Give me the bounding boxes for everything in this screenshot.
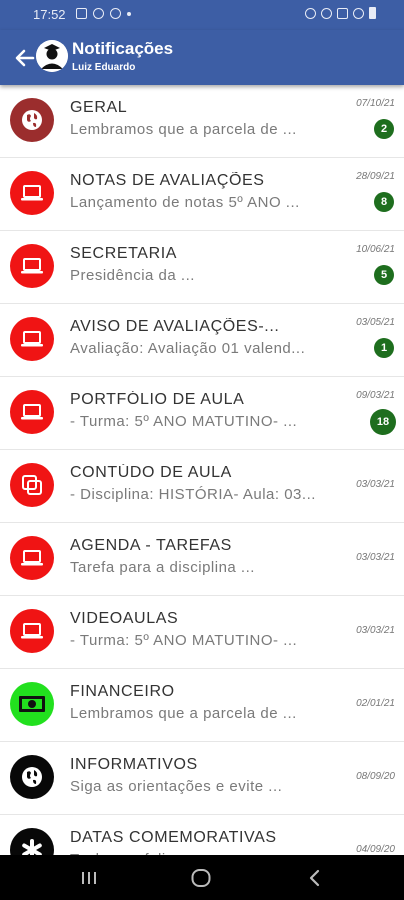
notification-title: VIDEOAULAS — [70, 610, 179, 627]
laptop-icon — [10, 244, 54, 288]
notification-preview: Siga as orientações e evite ... — [70, 778, 283, 795]
notification-title: CONTÚDO DE AULA — [70, 464, 232, 481]
notification-preview: Lembramos que a parcela de ... — [70, 705, 297, 722]
location-icon — [110, 8, 121, 19]
dot-icon — [127, 11, 131, 16]
notification-preview: Lembramos que a parcela de ... — [70, 121, 297, 138]
notifications-list[interactable]: GERAL Lembramos que a parcela de ... 07/10… — [0, 85, 404, 855]
notification-title: AVISO DE AVALIAÇÕES-... — [70, 318, 280, 335]
alarm-icon — [305, 7, 316, 19]
notification-preview: Lançamento de notas 5º ANO ... — [70, 194, 300, 211]
notification-title: GERAL — [70, 99, 128, 116]
notification-preview: - Disciplina: HISTÓRIA- Aula: 03... — [70, 486, 316, 503]
user-name: Luiz Eduardo — [72, 62, 136, 73]
notification-row[interactable]: GERAL Lembramos que a parcela de ... 07/10… — [0, 85, 404, 158]
notification-preview: Presidência da ... — [70, 267, 195, 284]
back-arrow-icon[interactable] — [12, 45, 38, 71]
notification-preview: - Turma: 5º ANO MATUTINO- ... — [70, 632, 298, 649]
recent-apps-icon[interactable] — [76, 865, 102, 891]
laptop-icon — [10, 536, 54, 580]
app-bar: Notificações Luiz Eduardo — [0, 30, 404, 85]
notification-row[interactable]: PORTFÓLIO DE AULA - Turma: 5º ANO MATUTIN… — [0, 377, 404, 450]
money-icon — [10, 682, 54, 726]
notification-row[interactable]: AVISO DE AVALIAÇÕES-... Avaliação: Avalia… — [0, 304, 404, 377]
notification-preview: Tarefa para a disciplina ... — [70, 559, 255, 576]
notification-row[interactable]: SECRETARIA Presidência da ... 10/06/21 5 — [0, 231, 404, 304]
status-right-icons — [305, 7, 376, 19]
wifi-icon — [321, 7, 332, 19]
notification-title: SECRETARIA — [70, 245, 178, 262]
home-icon[interactable] — [188, 865, 214, 891]
notification-row[interactable]: INFORMATIVOS Siga as orientações e evite … — [0, 742, 404, 815]
unread-count-badge: 5 — [374, 265, 394, 285]
page-title: Notificações — [72, 39, 174, 58]
laptop-icon — [10, 317, 54, 361]
notification-title: NOTAS DE AVALIAÇÕES — [70, 172, 265, 189]
notification-row[interactable]: NOTAS DE AVALIAÇÕES Lançamento de notas 5… — [0, 158, 404, 231]
notification-title: DATAS COMEMORATIVAS — [70, 829, 277, 846]
asterisk-icon — [10, 828, 54, 855]
laptop-icon — [10, 390, 54, 434]
notification-title: FINANCEIRO — [70, 683, 175, 700]
notification-date: 07/10/21 — [356, 98, 395, 109]
do-not-disturb-icon — [353, 7, 364, 19]
notification-date: 03/03/21 — [356, 625, 395, 636]
notification-title: AGENDA - TAREFAS — [70, 537, 232, 554]
notification-row[interactable]: DATAS COMEMORATIVASTenha um feliz ...04/… — [0, 815, 404, 855]
notification-title: PORTFÓLIO DE AULA — [70, 391, 245, 408]
gallery-icon — [76, 8, 87, 19]
notification-row[interactable]: FINANCEIRO Lembramos que a parcela de ...… — [0, 669, 404, 742]
laptop-icon — [10, 171, 54, 215]
notification-date: 03/03/21 — [356, 479, 395, 490]
unread-count-badge: 8 — [374, 192, 394, 212]
notification-row[interactable]: AGENDA - TAREFAS Tarefa para a disciplina… — [0, 523, 404, 596]
back-nav-icon[interactable] — [302, 865, 328, 891]
notification-row[interactable]: VIDEOAULAS - Turma: 5º ANO MATUTINO- ... 0… — [0, 596, 404, 669]
laptop-icon — [10, 609, 54, 653]
avatar[interactable] — [36, 40, 68, 72]
notification-date: 10/06/21 — [356, 244, 395, 255]
notification-row[interactable]: CONTÚDO DE AULA - Disciplina: HISTÓRIA- A… — [0, 450, 404, 523]
notification-date: 02/01/21 — [356, 698, 395, 709]
globe-icon — [10, 98, 54, 142]
copy-icon — [10, 463, 54, 507]
unread-count-badge: 2 — [374, 119, 394, 139]
notification-date: 09/03/21 — [356, 390, 395, 401]
unread-count-badge: 1 — [374, 338, 394, 358]
status-left-icons — [76, 8, 131, 19]
unread-count-badge: 18 — [370, 409, 396, 435]
battery-icon — [369, 7, 376, 19]
notification-title: INFORMATIVOS — [70, 756, 198, 773]
status-bar: 17:52 — [0, 0, 404, 30]
notification-date: 08/09/20 — [356, 771, 395, 782]
notification-date: 03/05/21 — [356, 317, 395, 328]
notification-date: 28/09/21 — [356, 171, 395, 182]
signal-icon — [337, 7, 348, 19]
notification-date: 04/09/20 — [356, 844, 395, 855]
notification-preview: Avaliação: Avaliação 01 valend... — [70, 340, 306, 357]
notification-preview: - Turma: 5º ANO MATUTINO- ... — [70, 413, 298, 430]
globe-icon — [10, 755, 54, 799]
clock-icon — [93, 8, 104, 19]
navigation-bar — [0, 855, 404, 900]
status-time: 17:52 — [33, 7, 66, 22]
notification-date: 03/03/21 — [356, 552, 395, 563]
